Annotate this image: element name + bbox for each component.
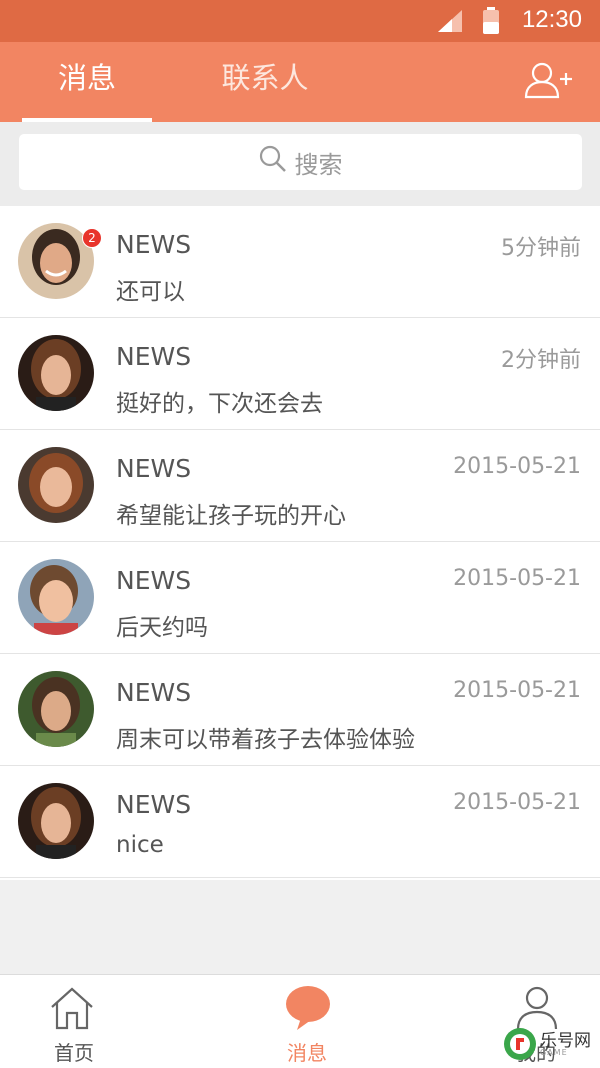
signal-icon xyxy=(438,10,462,36)
avatar xyxy=(18,559,94,635)
home-icon xyxy=(48,985,96,1035)
status-bar: 12:30 xyxy=(0,0,600,42)
list-item[interactable]: NEWS 挺好的，下次还会去 2分钟前 xyxy=(0,318,600,430)
add-user-icon[interactable] xyxy=(524,60,574,104)
contact-name: NEWS xyxy=(116,454,192,483)
list-item[interactable]: NEWS nice 2015-05-21 xyxy=(0,766,600,878)
nav-messages[interactable]: 消息 xyxy=(247,975,367,1068)
search-placeholder: 搜索 xyxy=(294,150,343,179)
avatar xyxy=(18,671,94,747)
list-item[interactable]: NEWS 周末可以带着孩子去体验体验 2015-05-21 xyxy=(0,654,600,766)
nav-home[interactable]: 首页 xyxy=(14,975,134,1068)
avatar xyxy=(18,783,94,859)
contact-name: NEWS xyxy=(116,790,192,819)
nav-messages-label: 消息 xyxy=(287,1041,327,1065)
unread-badge: 2 xyxy=(82,228,102,248)
status-time: 12:30 xyxy=(521,6,582,33)
message-preview: 后天约吗 xyxy=(116,615,208,641)
nav-home-label: 首页 xyxy=(54,1041,94,1065)
message-time: 2015-05-21 xyxy=(453,566,581,591)
message-preview: nice xyxy=(116,832,164,858)
message-preview: 希望能让孩子玩的开心 xyxy=(116,503,346,529)
contact-name: NEWS xyxy=(116,678,192,707)
search-bar-container: 搜索 xyxy=(0,122,600,206)
list-item[interactable]: NEWS 希望能让孩子玩的开心 2015-05-21 xyxy=(0,430,600,542)
message-list: 2 NEWS 还可以 5分钟前 NEWS 挺好的，下次还会去 2分钟前 NEWS… xyxy=(0,206,600,880)
watermark-sub: GAME xyxy=(540,1048,568,1057)
avatar xyxy=(18,335,94,411)
header: 消息 联系人 xyxy=(0,42,600,122)
message-time: 2分钟前 xyxy=(501,348,581,373)
message-preview: 还可以 xyxy=(116,279,185,305)
list-item[interactable]: 2 NEWS 还可以 5分钟前 xyxy=(0,206,600,318)
watermark-icon xyxy=(504,1028,536,1060)
chat-bubble-icon xyxy=(285,985,331,1035)
message-time: 5分钟前 xyxy=(501,236,581,261)
message-preview: 挺好的，下次还会去 xyxy=(116,391,323,417)
contact-name: NEWS xyxy=(116,566,192,595)
list-item[interactable]: NEWS 后天约吗 2015-05-21 xyxy=(0,542,600,654)
watermark-logo: 乐号网 GAME xyxy=(502,1024,596,1064)
message-preview: 周末可以带着孩子去体验体验 xyxy=(116,727,415,753)
search-input[interactable]: 搜索 xyxy=(19,134,582,190)
search-icon xyxy=(259,145,287,179)
message-time: 2015-05-21 xyxy=(453,454,581,479)
contact-name: NEWS xyxy=(116,230,192,259)
battery-icon xyxy=(482,7,500,39)
contact-name: NEWS xyxy=(116,342,192,371)
message-time: 2015-05-21 xyxy=(453,790,581,815)
message-time: 2015-05-21 xyxy=(453,678,581,703)
tab-messages[interactable]: 消息 xyxy=(22,42,152,122)
tab-contacts[interactable]: 联系人 xyxy=(200,42,330,122)
avatar xyxy=(18,447,94,523)
